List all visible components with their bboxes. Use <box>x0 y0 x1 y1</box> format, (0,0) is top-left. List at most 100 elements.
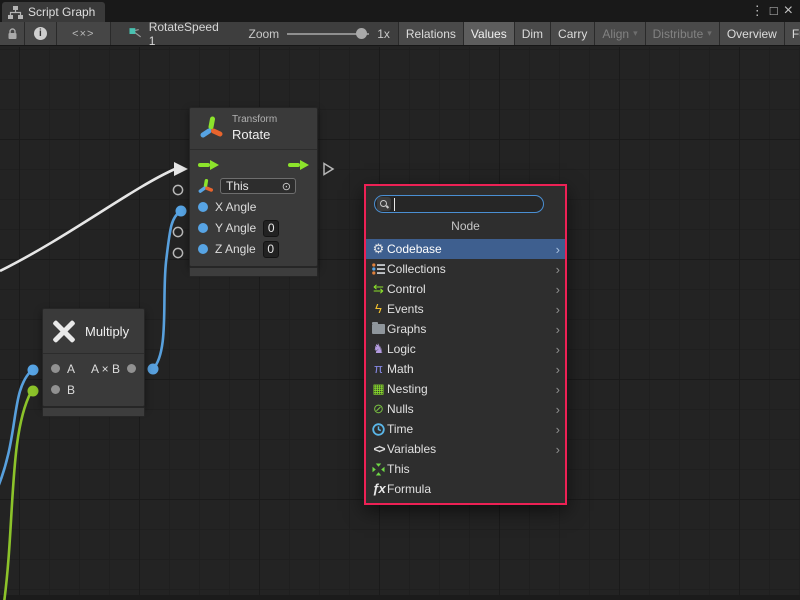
text-cursor <box>394 198 395 211</box>
toolbar-button-label: Align <box>602 27 629 41</box>
canvas-bottom-edge <box>0 595 800 600</box>
finder-item-label: Time <box>387 422 556 436</box>
xangle-port-dot[interactable] <box>198 202 208 212</box>
transform-gizmo-icon <box>198 115 224 141</box>
maximize-icon[interactable]: □ <box>770 0 778 22</box>
finder-item-nulls[interactable]: ⊘Nulls› <box>366 399 565 419</box>
search-box[interactable] <box>374 195 544 213</box>
finder-item-time[interactable]: Time› <box>366 419 565 439</box>
finder-item-variables[interactable]: <>Variables› <box>366 439 565 459</box>
finder-item-logic[interactable]: ♞Logic› <box>366 339 565 359</box>
finder-item-math[interactable]: πMath› <box>366 359 565 379</box>
branch-arrows-icon: ⇆ <box>370 281 387 297</box>
finder-item-codebase[interactable]: ⚙Codebase› <box>366 239 565 259</box>
object-picker-icon[interactable]: ⊙ <box>282 180 291 193</box>
finder-item-label: Control <box>387 282 556 296</box>
toolbar-button-dim[interactable]: Dim <box>515 22 551 45</box>
node-title: Multiply <box>85 324 129 339</box>
port-a-dot[interactable] <box>51 364 60 373</box>
port-a-label: A <box>67 362 75 376</box>
finder-item-this[interactable]: This <box>366 459 565 479</box>
toolbar-button-align: Align▾ <box>595 22 645 45</box>
finder-item-label: Variables <box>387 442 556 456</box>
folder-icon <box>370 321 387 337</box>
tab-script-graph[interactable]: Script Graph <box>2 2 105 22</box>
node-title: Rotate <box>232 127 277 143</box>
exec-output-arrow-icon[interactable] <box>288 160 309 170</box>
finder-item-label: Graphs <box>387 322 556 336</box>
toolbar-button-relations[interactable]: Relations <box>399 22 464 45</box>
chevron-right-icon: › <box>556 342 560 357</box>
menu-icon[interactable]: ⋮ <box>751 0 764 22</box>
tab-label: Script Graph <box>28 5 95 19</box>
chevron-right-icon: › <box>556 242 560 257</box>
zoom-control: Zoom 1x <box>241 22 398 45</box>
finder-item-graphs[interactable]: Graphs› <box>366 319 565 339</box>
node-category: Transform <box>232 114 277 127</box>
search-input[interactable] <box>394 197 539 211</box>
finder-item-label: Nesting <box>387 382 556 396</box>
finder-item-label: Events <box>387 302 556 316</box>
output-port-group: A × B <box>91 362 136 376</box>
output-port-dot[interactable] <box>127 364 136 373</box>
toolbar-button-label: Values <box>471 27 507 41</box>
this-port-row: This ⊙ <box>190 176 317 197</box>
lock-button[interactable] <box>0 22 25 45</box>
clock-icon <box>370 421 387 437</box>
unity-visual-scripting-window: Script Graph ⋮ □ × i <×> RotateSpeed 1 <box>0 0 800 600</box>
graph-breadcrumb[interactable]: RotateSpeed 1 <box>111 22 240 45</box>
finder-item-label: Codebase <box>387 242 556 256</box>
chevron-right-icon: › <box>556 262 560 277</box>
yangle-port-row: Y Angle 0 <box>190 218 317 239</box>
toolbar-button-values[interactable]: Values <box>464 22 515 45</box>
chevron-right-icon: › <box>556 442 560 457</box>
node-multiply[interactable]: Multiply A A × B B <box>42 308 145 407</box>
knight-icon: ♞ <box>370 341 387 357</box>
close-icon[interactable]: × <box>784 1 793 21</box>
zoom-slider-knob[interactable] <box>356 28 367 39</box>
gear-icon: ⚙ <box>370 241 387 257</box>
finder-item-label: This <box>387 462 560 476</box>
lightning-icon: ϟ <box>370 301 387 317</box>
finder-item-events[interactable]: ϟEvents› <box>366 299 565 319</box>
this-object-field[interactable]: This ⊙ <box>220 178 296 194</box>
gizmo-icon <box>370 461 387 477</box>
finder-item-nesting[interactable]: ▦Nesting› <box>366 379 565 399</box>
yangle-port-dot[interactable] <box>198 223 208 233</box>
node-transform-rotate[interactable]: Transform Rotate This ⊙ <box>189 107 318 267</box>
code-view-button[interactable]: <×> <box>57 22 112 45</box>
zoom-slider[interactable] <box>287 27 369 41</box>
finder-item-control[interactable]: ⇆Control› <box>366 279 565 299</box>
transform-gizmo-small-icon <box>198 179 213 194</box>
chevron-right-icon: › <box>556 282 560 297</box>
finder-item-formula[interactable]: ƒxFormula <box>366 479 565 499</box>
info-button[interactable]: i <box>25 22 56 45</box>
port-b-dot[interactable] <box>51 385 60 394</box>
this-object-value: This <box>226 179 249 193</box>
zoom-value: 1x <box>377 27 390 41</box>
zangle-port-dot[interactable] <box>198 244 208 254</box>
dropdown-arrow-icon: ▾ <box>707 28 712 39</box>
toolbar-button-overview[interactable]: Overview <box>720 22 785 45</box>
zangle-port-row: Z Angle 0 <box>190 239 317 260</box>
node-body: This ⊙ X Angle Y Angle 0 Z Angle 0 <box>190 150 317 266</box>
exec-input-arrow-icon[interactable] <box>198 160 219 170</box>
exec-port-row <box>190 154 317 176</box>
toolbar-button-distribute: Distribute▾ <box>646 22 720 45</box>
node-rotate-footer <box>189 267 318 277</box>
finder-item-label: Collections <box>387 262 556 276</box>
zangle-value-field[interactable]: 0 <box>263 241 279 258</box>
toolbar-button-full-screen[interactable]: Full Screen <box>785 22 800 45</box>
fx-icon: ƒx <box>370 481 387 497</box>
search-icon <box>380 200 389 209</box>
toolbar-button-label: Overview <box>727 27 777 41</box>
yangle-value-field[interactable]: 0 <box>263 220 279 237</box>
graph-toolbar: i <×> RotateSpeed 1 Zoom 1x Relations Val… <box>0 22 800 46</box>
zoom-label: Zoom <box>249 27 280 41</box>
finder-item-collections[interactable]: Collections› <box>366 259 565 279</box>
xangle-port-row: X Angle <box>190 197 317 218</box>
machine-icon: ▦ <box>370 381 387 397</box>
chevron-right-icon: › <box>556 402 560 417</box>
code-brackets-icon: <×> <box>72 28 94 40</box>
toolbar-button-carry[interactable]: Carry <box>551 22 595 45</box>
